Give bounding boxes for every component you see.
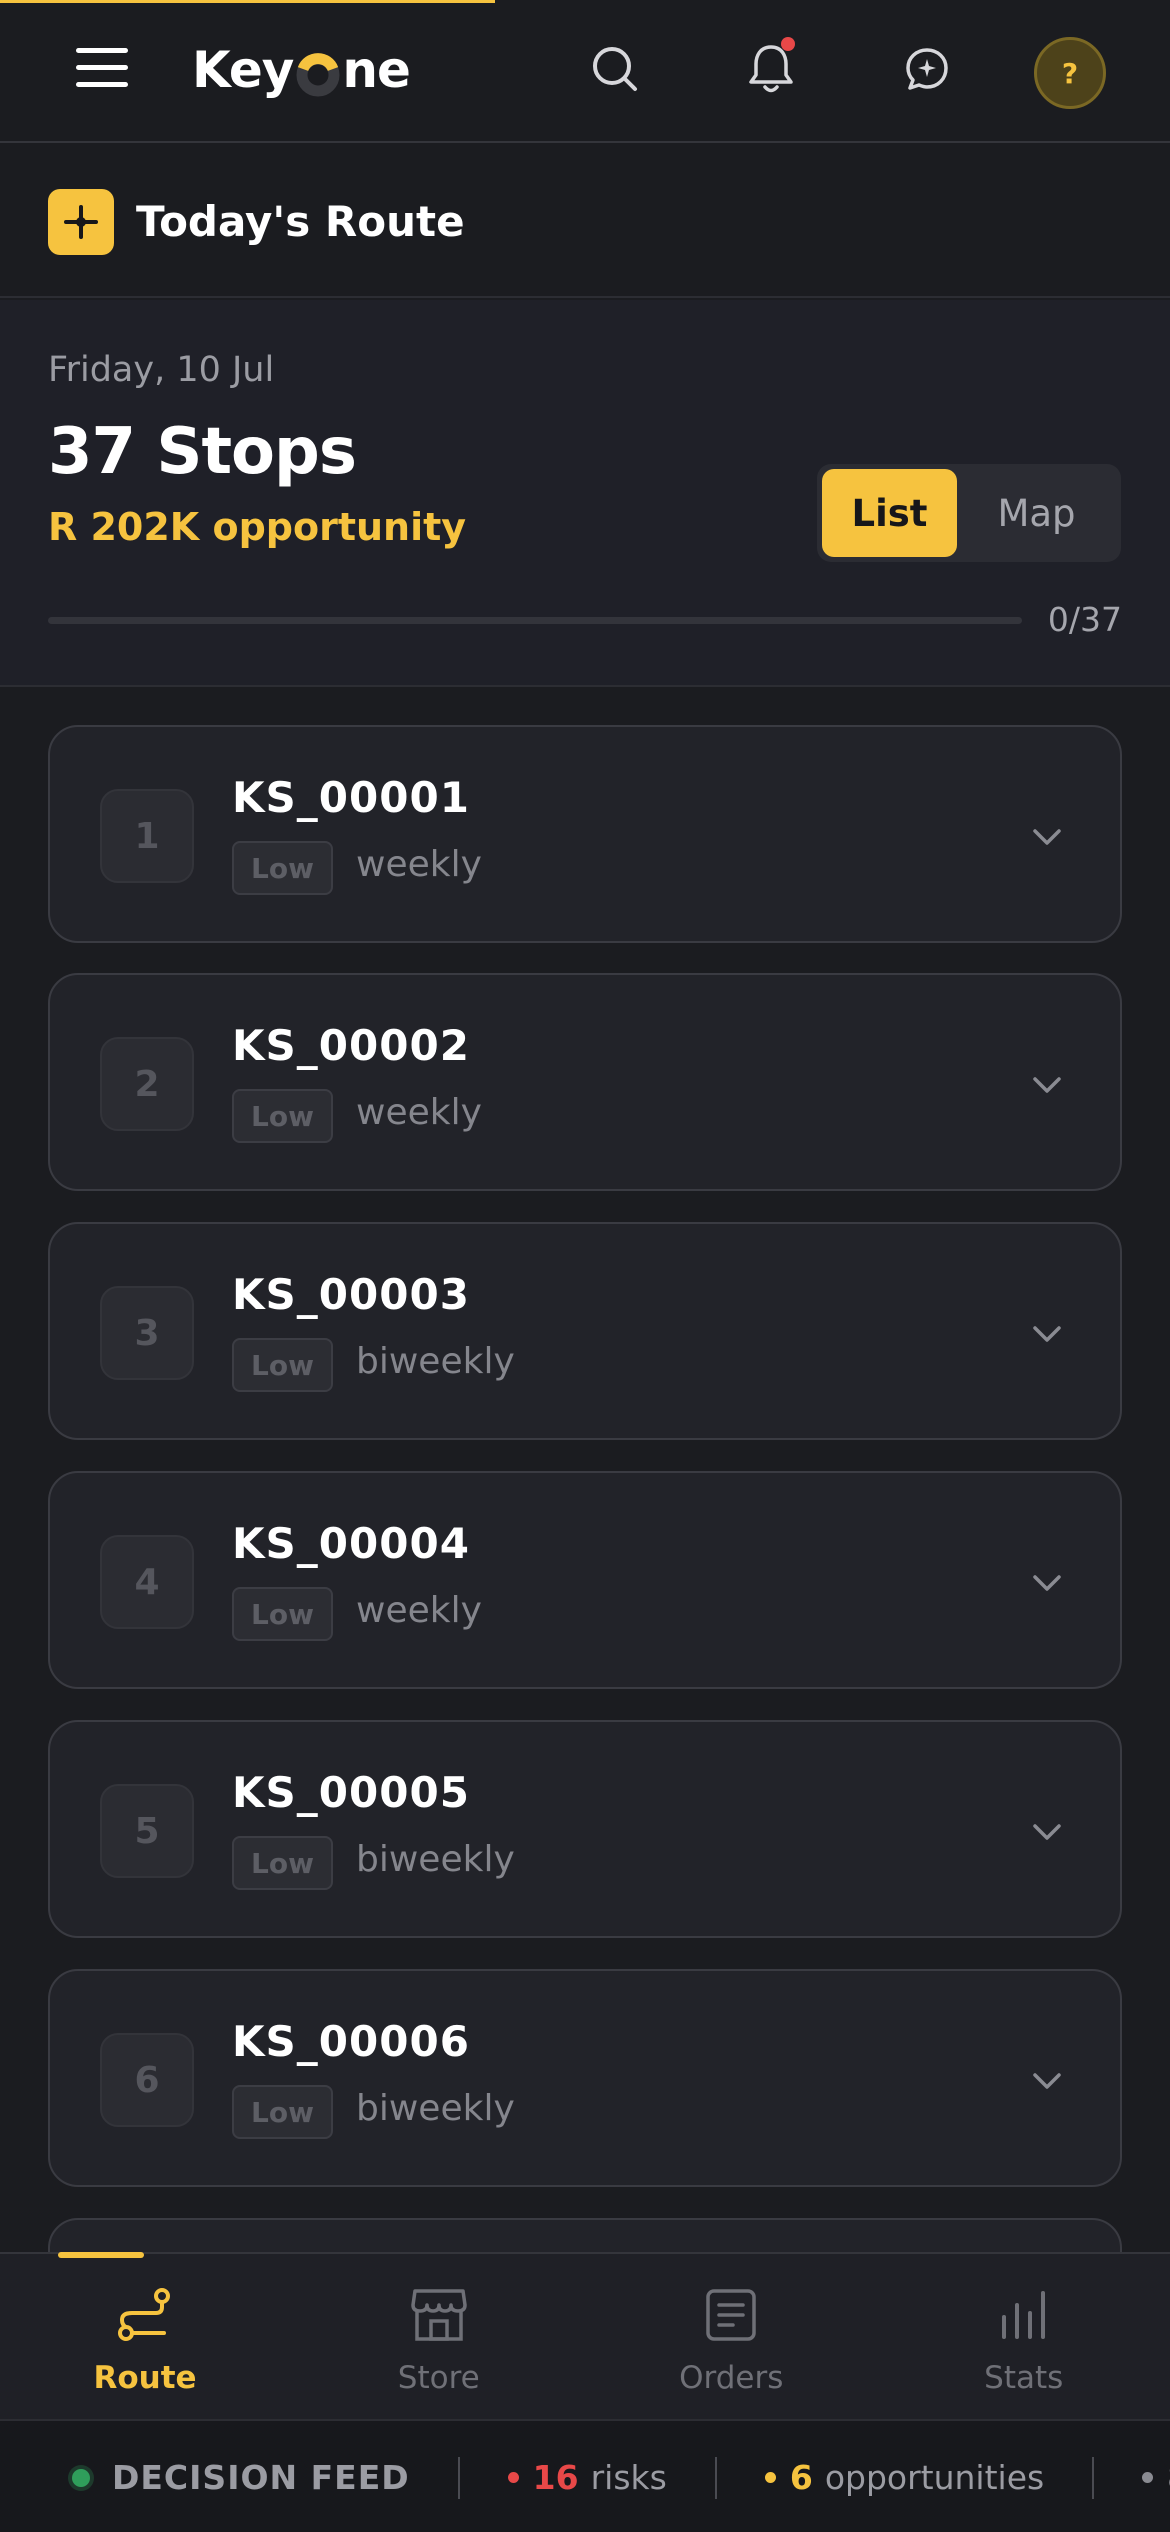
list-view-button[interactable]: List <box>822 469 957 557</box>
menu-icon-line <box>76 82 128 87</box>
stop-card[interactable]: 1 KS_00001 Low weekly <box>48 725 1122 943</box>
app-screen: Key ne ? Today's Route Friday, 10 Jul 37… <box>0 0 1170 2532</box>
stop-number: 6 <box>100 2033 194 2127</box>
chevron-down-icon[interactable] <box>1029 819 1065 855</box>
bar-chart-icon <box>878 2282 1170 2348</box>
chevron-down-icon[interactable] <box>1029 1565 1065 1601</box>
divider <box>1092 2456 1095 2499</box>
stop-name: KS_00005 <box>232 1768 470 1817</box>
live-status-dot <box>72 2468 90 2487</box>
logo-text-left: Key <box>192 41 294 99</box>
page-title-bar: Today's Route <box>0 145 1170 298</box>
stop-card[interactable]: 4 KS_00004 Low weekly <box>48 1471 1122 1689</box>
stop-number: 2 <box>100 1037 194 1131</box>
route-date: Friday, 10 Jul <box>48 350 275 390</box>
risk-badge: Low <box>232 1338 333 1392</box>
visit-frequency: weekly <box>356 1590 482 1631</box>
notifications-button[interactable] <box>736 36 806 106</box>
logo-text-right: ne <box>342 41 411 99</box>
risk-badge: Low <box>232 1089 333 1143</box>
visit-frequency: biweekly <box>356 2088 515 2129</box>
assistant-chat-button[interactable] <box>892 36 962 106</box>
bottom-navigation: Route Store Orders Stats <box>0 2252 1170 2419</box>
opportunity-dot <box>764 2472 776 2483</box>
menu-icon-line <box>76 65 128 70</box>
risk-badge: Low <box>232 2085 333 2139</box>
stop-card-partial[interactable] <box>48 2218 1122 2252</box>
decision-feed-content: DECISION FEED 16 risks 6 opportunities 8… <box>72 2421 1170 2532</box>
menu-icon-line <box>76 48 128 53</box>
route-summary: Friday, 10 Jul 37 Stops R 202K opportuni… <box>0 300 1170 687</box>
nav-store[interactable]: Store <box>293 2254 586 2419</box>
route-progress-label: 0/37 <box>1047 600 1122 639</box>
chevron-down-icon[interactable] <box>1029 2063 1065 2099</box>
app-header: Key ne ? <box>0 0 1170 143</box>
route-icon <box>0 2282 290 2348</box>
visit-frequency: biweekly <box>356 1341 515 1382</box>
nav-route[interactable]: Route <box>0 2252 293 2419</box>
stop-number: 4 <box>100 1535 194 1629</box>
risk-badge: Low <box>232 1587 333 1641</box>
nav-label: Route <box>93 2360 197 2396</box>
stop-card[interactable]: 3 KS_00003 Low biweekly <box>48 1222 1122 1440</box>
stop-name: KS_00002 <box>232 1021 470 1070</box>
chat-sparkle-icon <box>904 46 950 96</box>
opportunities-label: opportunities <box>824 2458 1045 2497</box>
risks-label: risks <box>590 2458 667 2497</box>
logo-ring-icon <box>296 51 340 97</box>
visit-frequency: biweekly <box>356 1839 515 1880</box>
opportunity-value: R 202K opportunity <box>48 505 467 549</box>
nav-orders[interactable]: Orders <box>585 2254 878 2419</box>
chevron-down-icon[interactable] <box>1029 1067 1065 1103</box>
visit-frequency: weekly <box>356 844 482 885</box>
notification-dot <box>781 37 795 51</box>
store-icon <box>293 2282 586 2348</box>
risk-badge: Low <box>232 841 333 895</box>
stop-number: 1 <box>100 789 194 883</box>
stop-name: KS_00001 <box>232 773 470 822</box>
divider <box>457 2456 460 2499</box>
search-icon <box>590 44 640 98</box>
active-tab-indicator <box>58 2252 144 2258</box>
decision-feed-title: DECISION FEED <box>112 2458 410 2497</box>
page-title: Today's Route <box>136 197 465 246</box>
nav-label: Orders <box>679 2360 784 2396</box>
stop-list: 1 KS_00001 Low weekly 2 KS_00002 Low wee… <box>0 689 1170 2252</box>
risk-dot <box>507 2472 519 2483</box>
crosshair-icon <box>48 189 114 255</box>
stop-name: KS_00004 <box>232 1519 470 1568</box>
stops-count: 37 Stops <box>48 415 357 489</box>
orders-icon <box>585 2282 878 2348</box>
chevron-down-icon[interactable] <box>1029 1814 1065 1850</box>
stop-number: 3 <box>100 1286 194 1380</box>
risk-badge: Low <box>232 1836 333 1890</box>
nav-label: Stats <box>984 2360 1064 2396</box>
stop-card[interactable]: 5 KS_00005 Low biweekly <box>48 1720 1122 1938</box>
decision-feed-ticker[interactable]: DECISION FEED 16 risks 6 opportunities 8… <box>0 2419 1170 2532</box>
risks-count: 16 <box>532 2458 579 2497</box>
nav-label: Store <box>397 2360 480 2396</box>
page-loading-bar <box>0 0 495 3</box>
stop-name: KS_00006 <box>232 2017 470 2066</box>
stop-card[interactable]: 6 KS_00006 Low biweekly <box>48 1969 1122 2187</box>
nav-stats[interactable]: Stats <box>878 2254 1170 2419</box>
search-button[interactable] <box>580 36 650 106</box>
stop-card[interactable]: 2 KS_00002 Low weekly <box>48 973 1122 1191</box>
map-view-button[interactable]: Map <box>957 469 1116 557</box>
menu-button[interactable] <box>76 46 128 90</box>
opportunities-count: 6 <box>789 2458 813 2497</box>
help-button[interactable]: ? <box>1034 37 1106 109</box>
visit-frequency: weekly <box>356 1092 482 1133</box>
chevron-down-icon[interactable] <box>1029 1316 1065 1352</box>
app-logo[interactable]: Key ne <box>192 38 411 102</box>
feed-item-dot <box>1142 2472 1154 2483</box>
stop-name: KS_00003 <box>232 1270 470 1319</box>
route-progress-bar <box>48 617 1022 624</box>
divider <box>714 2456 717 2499</box>
stop-number: 5 <box>100 1784 194 1878</box>
view-toggle: List Map <box>817 464 1121 562</box>
